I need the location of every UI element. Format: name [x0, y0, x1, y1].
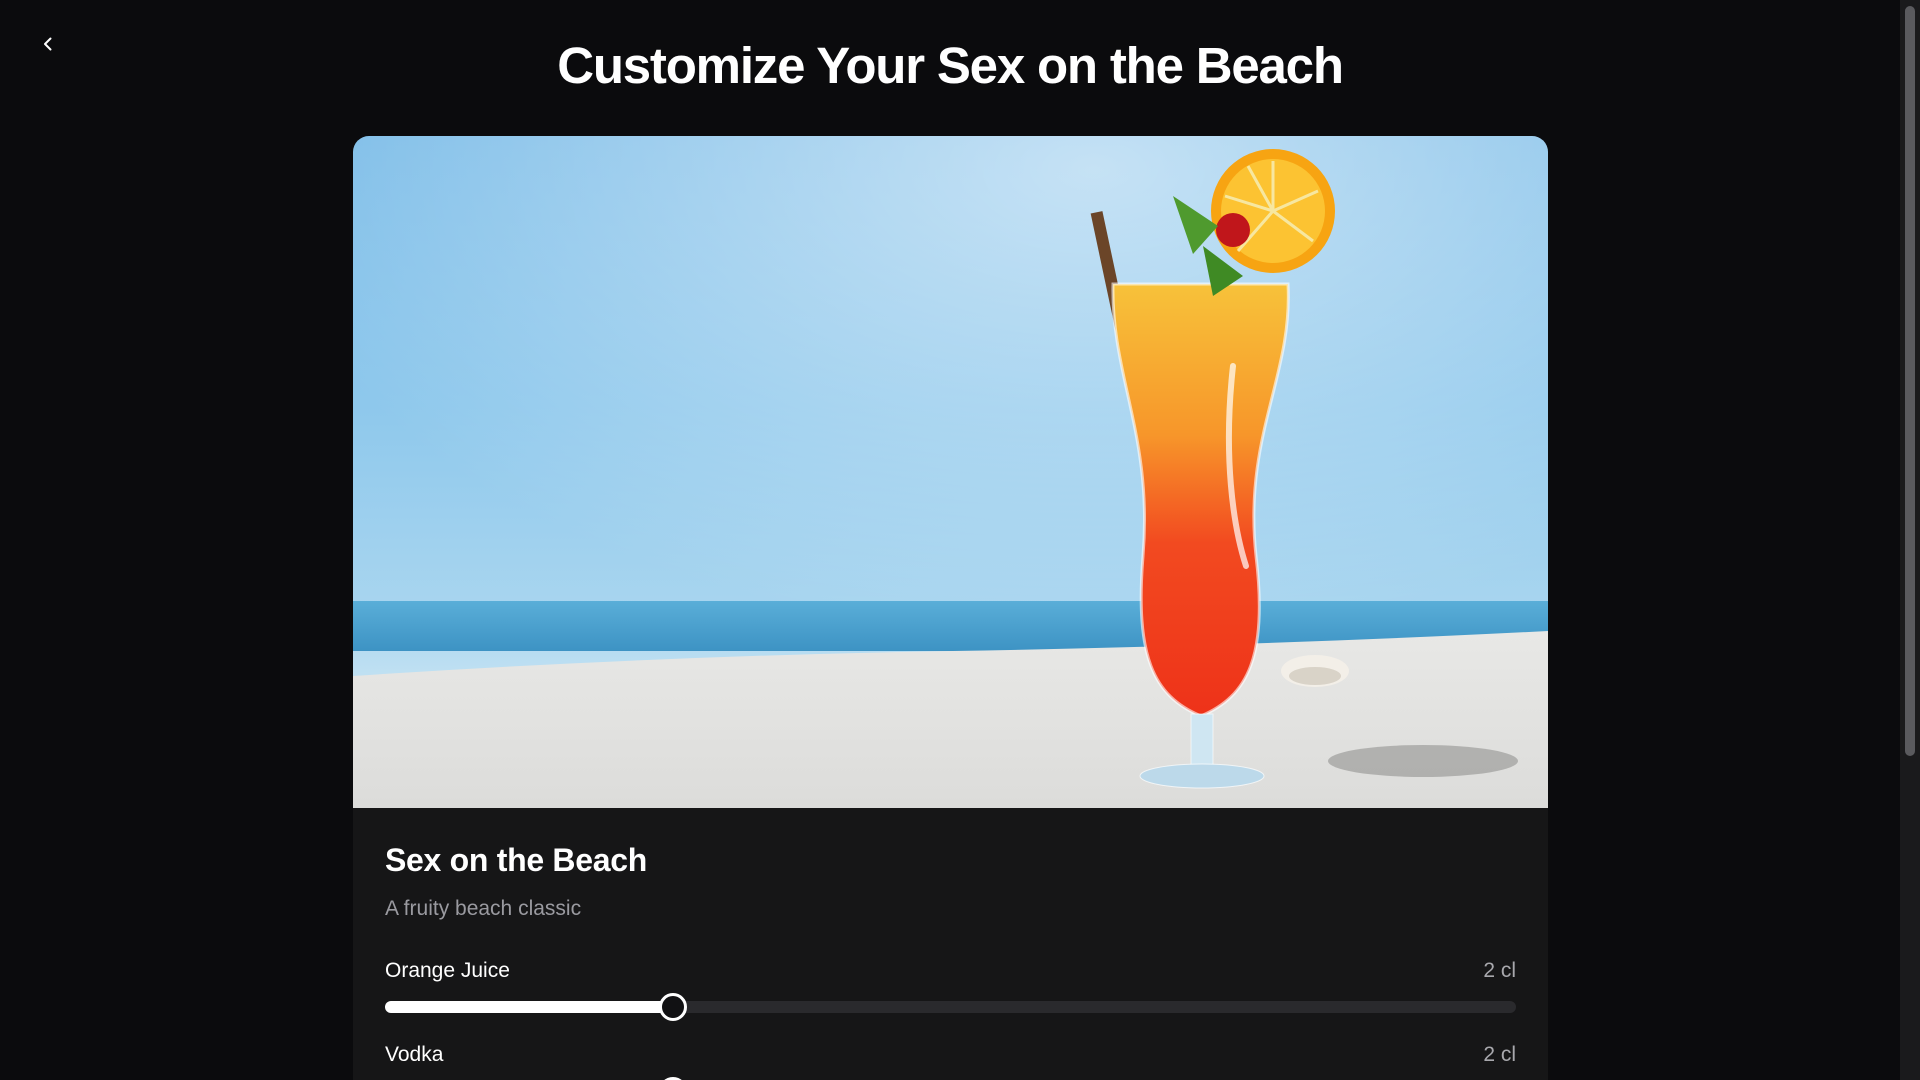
orange-juice-slider[interactable]	[385, 993, 1516, 1021]
drink-name: Sex on the Beach	[385, 842, 647, 878]
ingredient-orange-juice: Orange Juice 2 cl	[385, 959, 1516, 1021]
ingredient-amount: 2 cl	[1483, 1043, 1516, 1066]
ingredient-name: Vodka	[385, 1043, 444, 1066]
drink-card: Sex on the Beach A fruity beach classic …	[353, 136, 1548, 1080]
ingredient-amount: 2 cl	[1483, 959, 1516, 982]
ingredient-name: Orange Juice	[385, 959, 510, 982]
ingredient-vodka: Vodka 2 cl	[385, 1043, 1516, 1080]
slider-thumb[interactable]	[659, 993, 688, 1021]
card-body: Sex on the Beach A fruity beach classic …	[353, 808, 1548, 1080]
page-scrollbar[interactable]	[1900, 0, 1920, 1080]
page-title: Customize Your Sex on the Beach	[557, 37, 1344, 94]
customize-page: Customize Your Sex on the Beach Sex on t…	[0, 0, 1920, 1080]
drink-image	[353, 136, 1548, 808]
slider-fill	[385, 1001, 674, 1013]
drink-description: A fruity beach classic	[385, 897, 582, 920]
scrollbar-thumb[interactable]	[1905, 6, 1915, 756]
